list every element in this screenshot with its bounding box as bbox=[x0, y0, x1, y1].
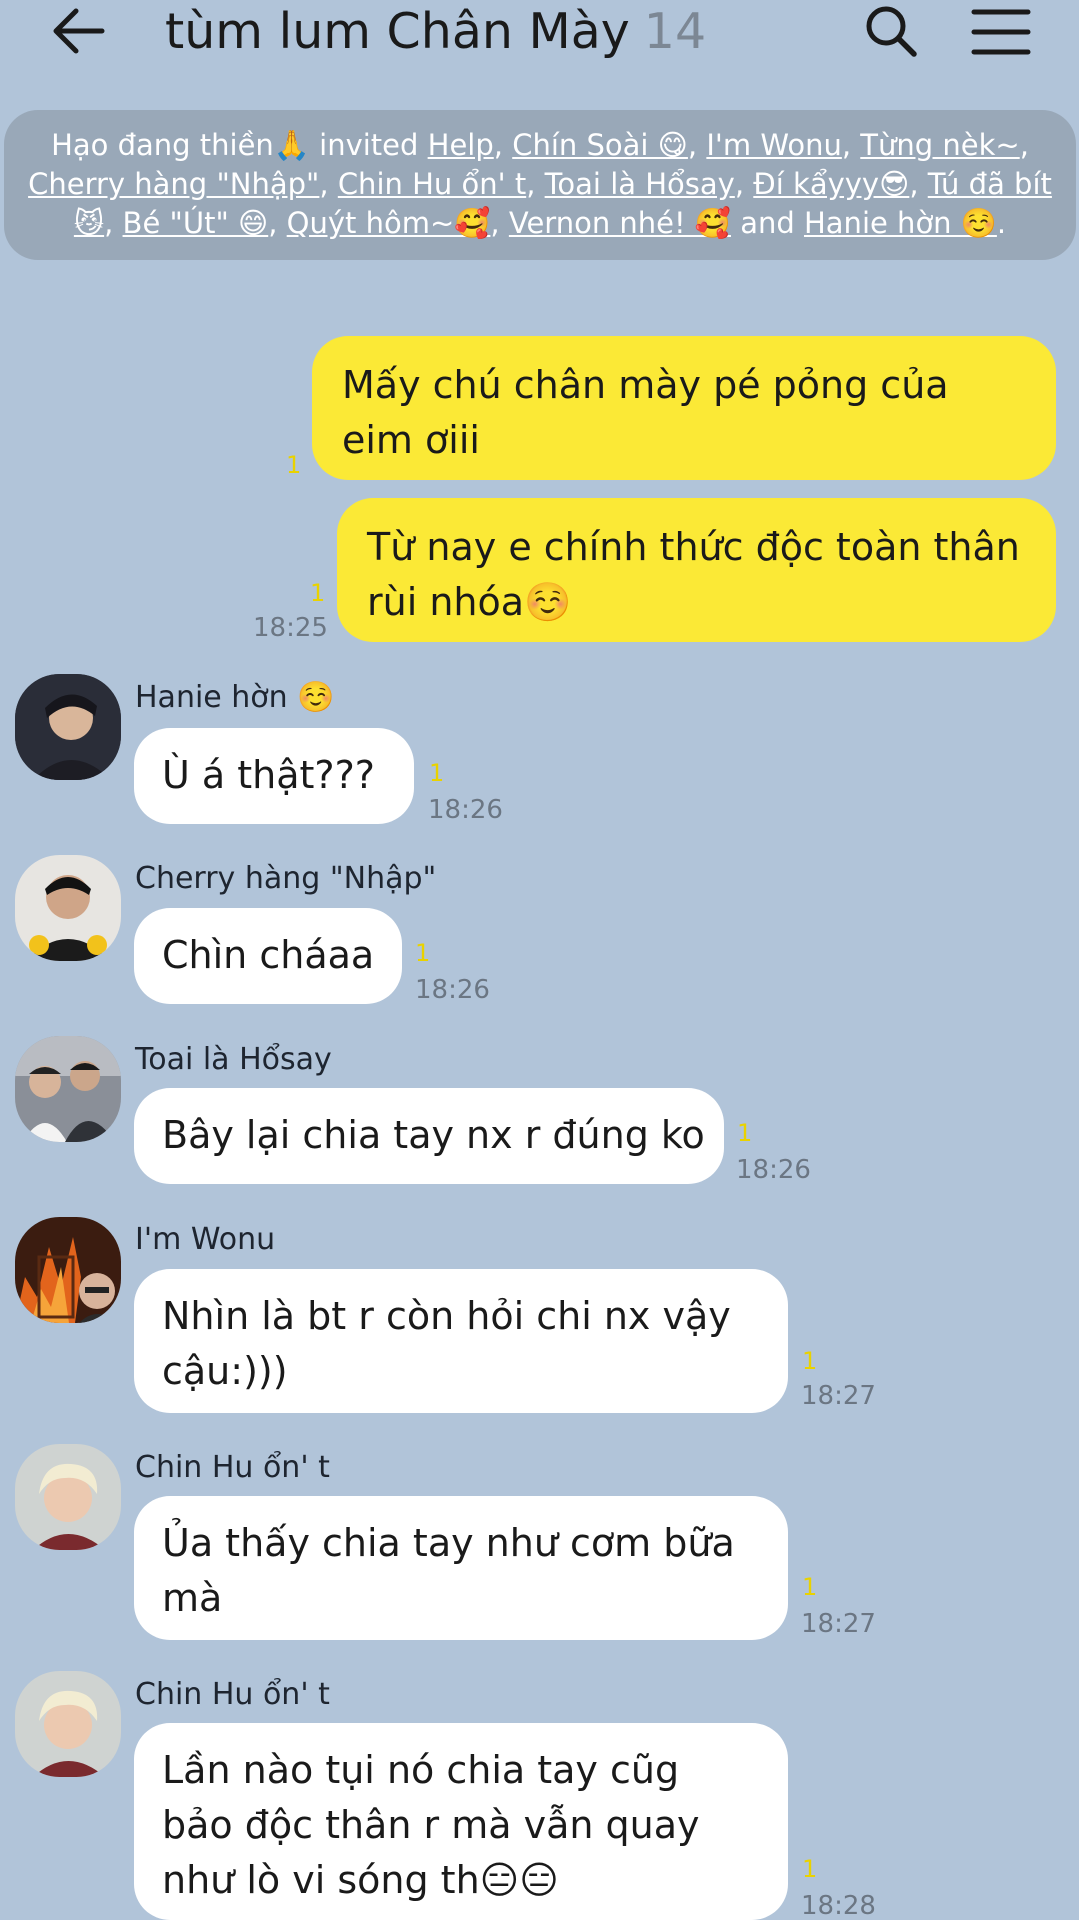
message-time: 18:27 bbox=[801, 1381, 876, 1411]
sender-name: Chin Hu ổn' t bbox=[135, 1677, 330, 1712]
outgoing-message[interactable]: Từ nay e chính thức độc toàn thân rùi nh… bbox=[337, 498, 1056, 642]
incoming-message[interactable]: Chìn cháaa bbox=[134, 908, 402, 1004]
message-text: Chìn cháaa bbox=[162, 933, 375, 977]
read-count: 1 bbox=[310, 579, 326, 607]
read-count: 1 bbox=[415, 939, 431, 967]
search-button[interactable] bbox=[862, 2, 922, 62]
search-icon bbox=[866, 6, 917, 57]
member-count: 14 bbox=[643, 3, 707, 60]
incoming-message[interactable]: Lần nào tụi nó chia tay cũg bảo độc thân… bbox=[134, 1723, 788, 1920]
member-link-vernon[interactable]: Vernon nhé! 🥰 bbox=[509, 206, 731, 240]
message-time: 18:25 bbox=[253, 613, 328, 643]
sender-name: I'm Wonu bbox=[135, 1222, 276, 1257]
avatar[interactable] bbox=[15, 855, 121, 961]
message-text: Ù á thật??? bbox=[162, 753, 375, 797]
message-text: Mấy chú chân mày pé pỏng của eim ơiii bbox=[342, 363, 949, 462]
chat-room-name: tùm lum Chân Mày bbox=[165, 3, 630, 60]
sender-name: Chin Hu ổn' t bbox=[135, 1450, 330, 1485]
message-text: Ủa thấy chia tay như cơm bữa mà bbox=[162, 1521, 735, 1620]
read-count: 1 bbox=[802, 1573, 818, 1601]
member-link-tung-nek[interactable]: Từng nèk~ bbox=[860, 128, 1019, 162]
incoming-message[interactable]: Ủa thấy chia tay như cơm bữa mà bbox=[134, 1496, 788, 1640]
avatar[interactable] bbox=[15, 1036, 121, 1142]
outgoing-message[interactable]: Mấy chú chân mày pé pỏng của eim ơiii bbox=[312, 336, 1056, 480]
read-count: 1 bbox=[802, 1347, 818, 1375]
back-arrow-icon bbox=[53, 8, 105, 54]
member-link-di-kayyy[interactable]: Đí kẩyyy😎 bbox=[753, 167, 909, 201]
profile-photo bbox=[15, 855, 121, 961]
sender-name: Cherry hàng "Nhập" bbox=[135, 861, 437, 896]
incoming-message[interactable]: Bây lại chia tay nx r đúng ko bbox=[134, 1088, 724, 1184]
profile-photo bbox=[15, 1671, 121, 1777]
message-text: Từ nay e chính thức độc toàn thân rùi nh… bbox=[367, 525, 1020, 624]
read-count: 1 bbox=[286, 451, 302, 479]
message-text: Lần nào tụi nó chia tay cũg bảo độc thân… bbox=[162, 1748, 700, 1902]
incoming-message[interactable]: Ù á thật??? bbox=[134, 728, 414, 824]
message-time: 18:26 bbox=[415, 975, 490, 1005]
member-link-chin-soai[interactable]: Chín Soài 😋 bbox=[512, 128, 688, 162]
member-link-help[interactable]: Help bbox=[428, 128, 494, 162]
message-time: 18:26 bbox=[428, 795, 503, 825]
avatar[interactable] bbox=[15, 1444, 121, 1550]
avatar[interactable] bbox=[15, 1671, 121, 1777]
avatar[interactable] bbox=[15, 674, 121, 780]
avatar[interactable] bbox=[15, 1217, 121, 1323]
chat-header: tùm lum Chân Mày 14 bbox=[0, 0, 1079, 70]
chat-title[interactable]: tùm lum Chân Mày 14 bbox=[165, 4, 706, 60]
member-link-hanie[interactable]: Hanie hờn ☺️ bbox=[804, 206, 997, 240]
read-count: 1 bbox=[737, 1119, 753, 1147]
message-time: 18:28 bbox=[801, 1891, 876, 1920]
member-link-be-ut[interactable]: Bé "Út" 😄 bbox=[123, 206, 269, 240]
profile-photo bbox=[15, 1444, 121, 1550]
back-button[interactable] bbox=[48, 6, 108, 56]
read-count: 1 bbox=[429, 759, 445, 787]
sender-name: Hanie hờn ☺️ bbox=[135, 680, 335, 715]
read-count: 1 bbox=[802, 1855, 818, 1883]
profile-photo bbox=[15, 674, 121, 780]
invite-notice: Hạo đang thiền🙏 invited Help, Chín Soài … bbox=[4, 110, 1076, 260]
message-time: 18:26 bbox=[736, 1155, 811, 1185]
message-text: Bây lại chia tay nx r đúng ko bbox=[162, 1113, 705, 1157]
sender-name: Toai là Hổsay bbox=[135, 1042, 332, 1077]
member-link-chin-hu[interactable]: Chin Hu ổn' t bbox=[338, 167, 526, 201]
incoming-message[interactable]: Nhìn là bt r còn hỏi chi nx vậy cậu:))) bbox=[134, 1269, 788, 1413]
message-time: 18:27 bbox=[801, 1609, 876, 1639]
profile-photo bbox=[15, 1217, 121, 1323]
notice-text: Hạo đang thiền🙏 invited bbox=[51, 128, 428, 162]
member-link-cherry[interactable]: Cherry hàng "Nhập" bbox=[28, 167, 319, 201]
message-text: Nhìn là bt r còn hỏi chi nx vậy cậu:))) bbox=[162, 1294, 731, 1393]
member-link-toai[interactable]: Toai là Hổsay bbox=[545, 167, 735, 201]
member-link-quyt-hom[interactable]: Quýt hôm~🥰 bbox=[287, 206, 491, 240]
menu-icon bbox=[971, 9, 1031, 55]
profile-photo bbox=[15, 1036, 121, 1142]
member-link-im-wonu[interactable]: I'm Wonu bbox=[706, 128, 841, 162]
menu-button[interactable] bbox=[970, 6, 1032, 56]
